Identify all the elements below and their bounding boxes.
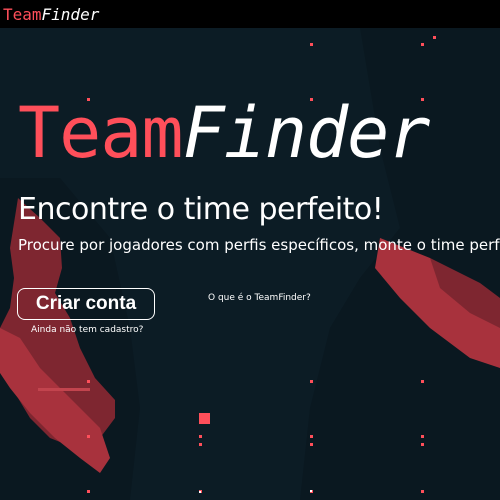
hero-subtitle: Encontre o time perfeito! <box>18 192 384 227</box>
signup-hint: Ainda não tem cadastro? <box>31 325 144 335</box>
top-bar: TeamFinder <box>0 0 500 28</box>
dot <box>421 380 424 383</box>
logo-part-finder: Finder <box>41 4 100 24</box>
logo-part-team: Team <box>3 4 42 24</box>
hero-title: TeamFinder <box>18 98 430 168</box>
dot <box>310 43 313 46</box>
logo[interactable]: TeamFinder <box>3 5 99 24</box>
about-link[interactable]: O que é o TeamFinder? <box>208 293 311 303</box>
dot <box>199 435 202 438</box>
decorative-white-dots <box>199 490 312 493</box>
dot <box>310 435 313 438</box>
dot <box>310 443 313 446</box>
dot <box>199 443 202 446</box>
dot <box>421 443 424 446</box>
dot <box>87 490 90 493</box>
hero-description: Procure por jogadores com perfis específ… <box>18 236 500 254</box>
dot-large <box>199 413 210 424</box>
dot <box>87 380 90 383</box>
dot <box>421 435 424 438</box>
dot <box>421 490 424 493</box>
hero-title-finder: Finder <box>182 92 431 174</box>
dot <box>310 490 312 492</box>
hero-title-team: Team <box>18 92 184 174</box>
dot <box>433 36 436 39</box>
dot <box>87 435 90 438</box>
dot <box>310 380 313 383</box>
dot <box>199 491 201 493</box>
dot <box>421 43 424 46</box>
create-account-button[interactable]: Criar conta <box>17 288 155 320</box>
hero-section: TeamFinder Encontre o time perfeito! Pro… <box>0 28 500 500</box>
red-figure-left-edge <box>38 388 90 391</box>
